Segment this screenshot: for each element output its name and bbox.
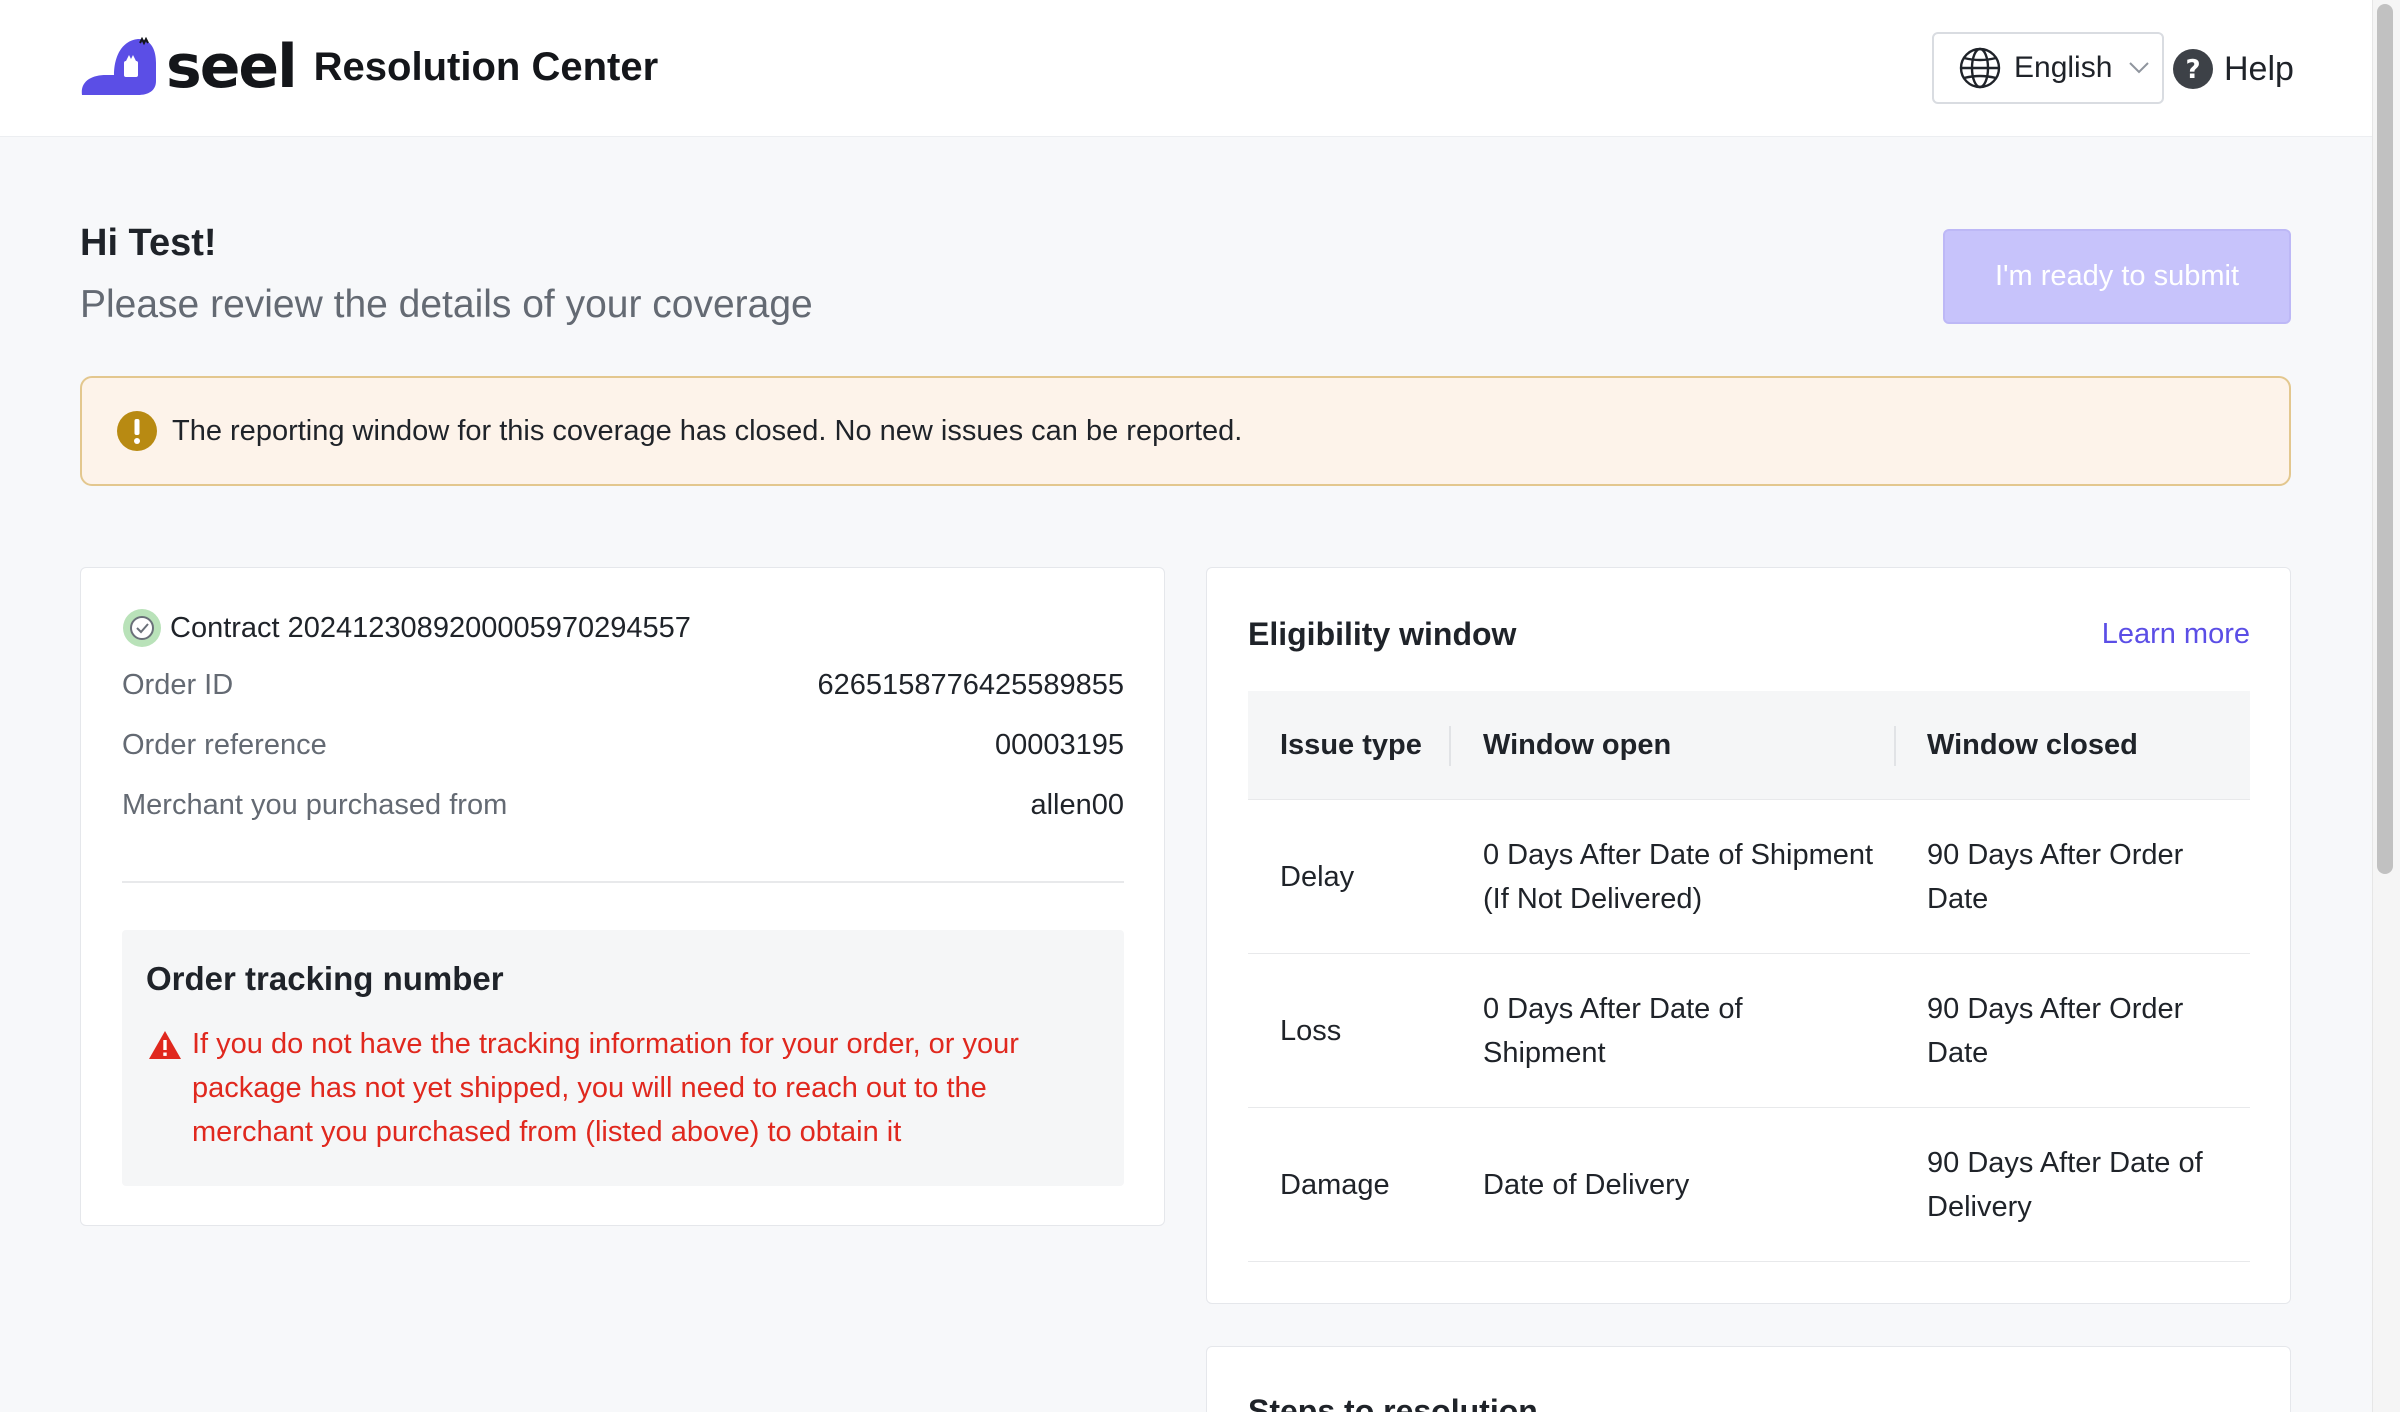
language-select[interactable]: English [1932,32,2164,104]
window-closed-cell: 90 Days After Date of Delivery [1927,1147,2203,1223]
seel-logo[interactable]: seel Resolution Center [80,37,658,97]
globe-icon [1959,47,2001,89]
page-greeting: Hi Test! [80,222,217,264]
order-id-row: Order ID 6265158776425589855 [122,669,1124,702]
contract-card: Contract 20241230892000059702945​57 Orde… [80,567,1165,1226]
eligibility-table: Issue type Window open Window closed Del… [1248,691,2250,1262]
language-label: English [2014,51,2113,84]
table-row: Damage Date of Delivery 90 Days After Da… [1248,1108,2250,1262]
submit-button[interactable]: I'm ready to submit [1943,229,2291,324]
brand-wordmark: seel [166,32,298,102]
seel-mascot-icon [81,37,156,95]
window-closed-cell: 90 Days After Order Date [1927,839,2184,915]
help-icon: ? [2173,49,2213,89]
exclamation-icon [117,411,157,451]
page-subtitle: Please review the details of your covera… [80,283,813,326]
contract-number: Contract 20241230892000059702945​57 [170,611,691,644]
column-separator [1894,726,1896,766]
order-id-value: 6265158776425589855 [817,669,1124,701]
window-open-cell: Date of Delivery [1483,1169,1690,1201]
table-header: Issue type Window open Window closed [1248,691,2250,800]
eligibility-title: Eligibility window [1248,616,1517,652]
chevron-down-icon [2129,62,2150,74]
top-header: seel Resolution Center English ? Help [0,0,2372,137]
eligibility-card: Eligibility window Learn more Issue type… [1206,567,2291,1304]
order-reference-row: Order reference 00003195 [122,729,1124,762]
window-closed-cell: 90 Days After Order Date [1927,993,2184,1069]
merchant-row: Merchant you purchased from allen00 [122,789,1124,822]
merchant-value: allen00 [1030,789,1124,821]
column-separator [1449,726,1451,766]
table-row: Delay 0 Days After Date of Shipment (If … [1248,800,2250,954]
order-reference-value: 00003195 [994,729,1124,761]
issue-type-cell: Loss [1280,1015,1342,1047]
learn-more-link[interactable]: Learn more [2102,618,2250,651]
issue-type-cell: Damage [1280,1169,1390,1201]
warning-triangle-icon [149,1031,181,1059]
table-row: Loss 0 Days After Date of Shipment 90 Da… [1248,954,2250,1108]
tracking-warning-text: If you do not have the tracking informat… [192,1028,1019,1148]
contract-header: Contract 20241230892000059702945​57 [122,608,691,648]
column-header-window-closed: Window closed [1927,728,2138,761]
help-label: Help [2224,49,2294,88]
order-reference-label: Order reference [122,729,327,761]
help-link[interactable]: ? Help [2172,44,2294,94]
tracking-warning: If you do not have the tracking informat… [148,1028,1052,1154]
order-id-label: Order ID [122,669,234,701]
window-open-cell: 0 Days After Date of Shipment [1483,993,1743,1069]
tracking-title: Order tracking number [146,960,504,997]
merchant-label: Merchant you purchased from [122,789,508,821]
verified-check-icon [123,609,161,647]
tracking-section: Order tracking number If you do not have… [122,930,1124,1186]
steps-title: Steps to resolution [1248,1393,1538,1412]
column-header-window-open: Window open [1483,728,1672,761]
column-header-issue-type: Issue type [1280,728,1422,761]
app-title: Resolution Center [313,45,659,89]
reporting-closed-alert: The reporting window for this coverage h… [80,376,2291,486]
scrollbar-thumb[interactable] [2377,4,2393,874]
svg-text:?: ? [2185,55,2200,85]
window-open-cell: 0 Days After Date of Shipment (If Not De… [1483,839,1874,915]
steps-card: Steps to resolution [1206,1346,2291,1412]
alert-message: The reporting window for this coverage h… [172,414,1243,447]
issue-type-cell: Delay [1280,861,1355,893]
divider [122,881,1124,883]
